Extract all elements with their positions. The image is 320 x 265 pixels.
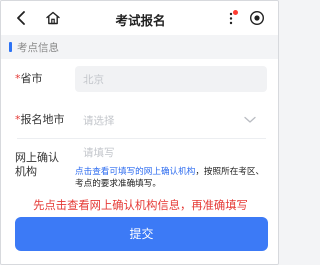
institution-hint-link[interactable]: 点击查看可填写的网上确认机构 bbox=[75, 167, 195, 177]
institution-label-line2: 机构 bbox=[15, 165, 37, 178]
city-label: *报名地市 bbox=[15, 113, 65, 127]
city-select[interactable]: 请选择 bbox=[83, 113, 115, 128]
city-label-text: 报名地市 bbox=[20, 113, 65, 126]
chevron-down-icon[interactable] bbox=[244, 116, 256, 124]
submit-button[interactable]: 提交 bbox=[15, 217, 268, 251]
province-label: *省市 bbox=[15, 72, 43, 86]
institution-label-line1: 网上确认 bbox=[15, 151, 59, 164]
notification-dot bbox=[233, 10, 238, 15]
institution-input[interactable]: 请填写 bbox=[83, 145, 115, 160]
app-screen: 考试报名 考点信息 *省市 北京 *报名地市 请选择 网上确认 机构 请填写 点… bbox=[0, 0, 279, 265]
annotation-text: 先点击查看网上确认机构信息，再准确填写 bbox=[33, 199, 248, 212]
top-nav-bar: 考试报名 bbox=[1, 1, 278, 35]
city-row[interactable]: *报名地市 请选择 bbox=[1, 99, 278, 139]
province-row: *省市 北京 bbox=[1, 59, 278, 99]
section-accent-bar bbox=[9, 42, 12, 52]
section-header: 考点信息 bbox=[1, 35, 278, 59]
institution-hint: 点击查看可填写的网上确认机构，按照所在考区、考点的要求准确填写。 bbox=[75, 166, 271, 190]
section-title: 考点信息 bbox=[17, 42, 59, 54]
province-value: 北京 bbox=[83, 74, 104, 86]
target-icon[interactable] bbox=[249, 10, 265, 26]
province-label-text: 省市 bbox=[20, 72, 43, 85]
